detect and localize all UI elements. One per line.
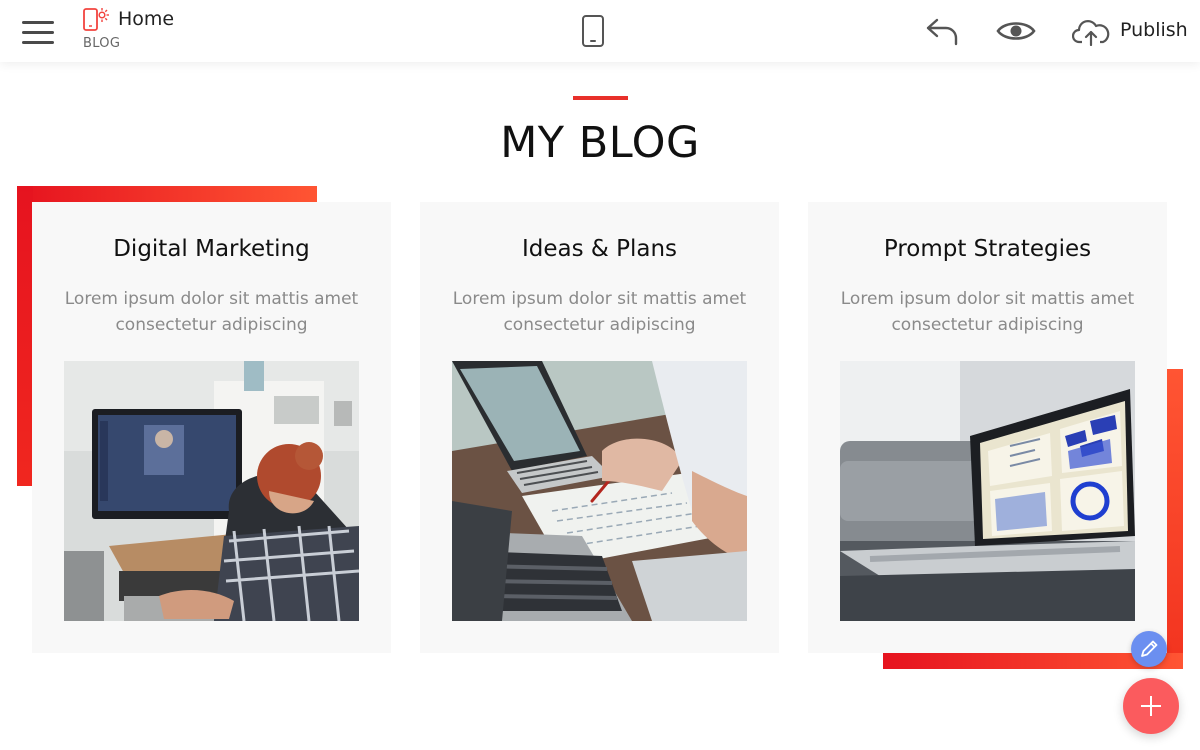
- mobile-preview-icon[interactable]: [580, 14, 606, 48]
- card-image[interactable]: [840, 361, 1135, 621]
- page-title[interactable]: Home: [118, 8, 174, 30]
- add-block-button[interactable]: [1123, 678, 1179, 734]
- title-accent-bar: [573, 96, 628, 100]
- card-excerpt: Lorem ipsum dolor sit mattis amet consec…: [840, 289, 1135, 335]
- card-title: Ideas & Plans: [521, 236, 678, 262]
- decorative-frame-top: [17, 186, 317, 202]
- cloud-upload-icon: [1072, 20, 1110, 46]
- card-excerpt: Lorem ipsum dolor sit mattis amet consec…: [64, 289, 359, 335]
- section-title: MY BLOG: [500, 118, 700, 168]
- photo-laptop-with-charts: [840, 361, 1135, 621]
- page-icon: [83, 8, 109, 31]
- publish-label: Publish: [1120, 19, 1188, 41]
- blog-card[interactable]: Prompt Strategies Lorem ipsum dolor sit …: [808, 202, 1167, 653]
- publish-button[interactable]: Publish: [1072, 14, 1190, 50]
- photo-laptops-and-notes: [452, 361, 747, 621]
- eye-icon[interactable]: [996, 18, 1036, 44]
- decorative-frame-right: [1167, 369, 1183, 669]
- top-toolbar: Home BLOG Publish: [0, 0, 1200, 62]
- menu-icon[interactable]: [22, 19, 54, 45]
- card-title: Digital Marketing: [113, 236, 310, 262]
- page-subtitle: BLOG: [83, 36, 121, 51]
- card-image[interactable]: [64, 361, 359, 621]
- pencil-icon: [1141, 640, 1158, 657]
- blog-card[interactable]: Digital Marketing Lorem ipsum dolor sit …: [32, 202, 391, 653]
- card-excerpt: Lorem ipsum dolor sit mattis amet consec…: [452, 289, 747, 335]
- photo-woman-at-computer: [64, 361, 359, 621]
- decorative-frame-left: [17, 186, 33, 486]
- undo-icon[interactable]: [924, 16, 960, 46]
- card-title: Prompt Strategies: [883, 236, 1092, 262]
- blog-card[interactable]: Ideas & Plans Lorem ipsum dolor sit matt…: [420, 202, 779, 653]
- card-image[interactable]: [452, 361, 747, 621]
- edit-block-button[interactable]: [1131, 631, 1167, 667]
